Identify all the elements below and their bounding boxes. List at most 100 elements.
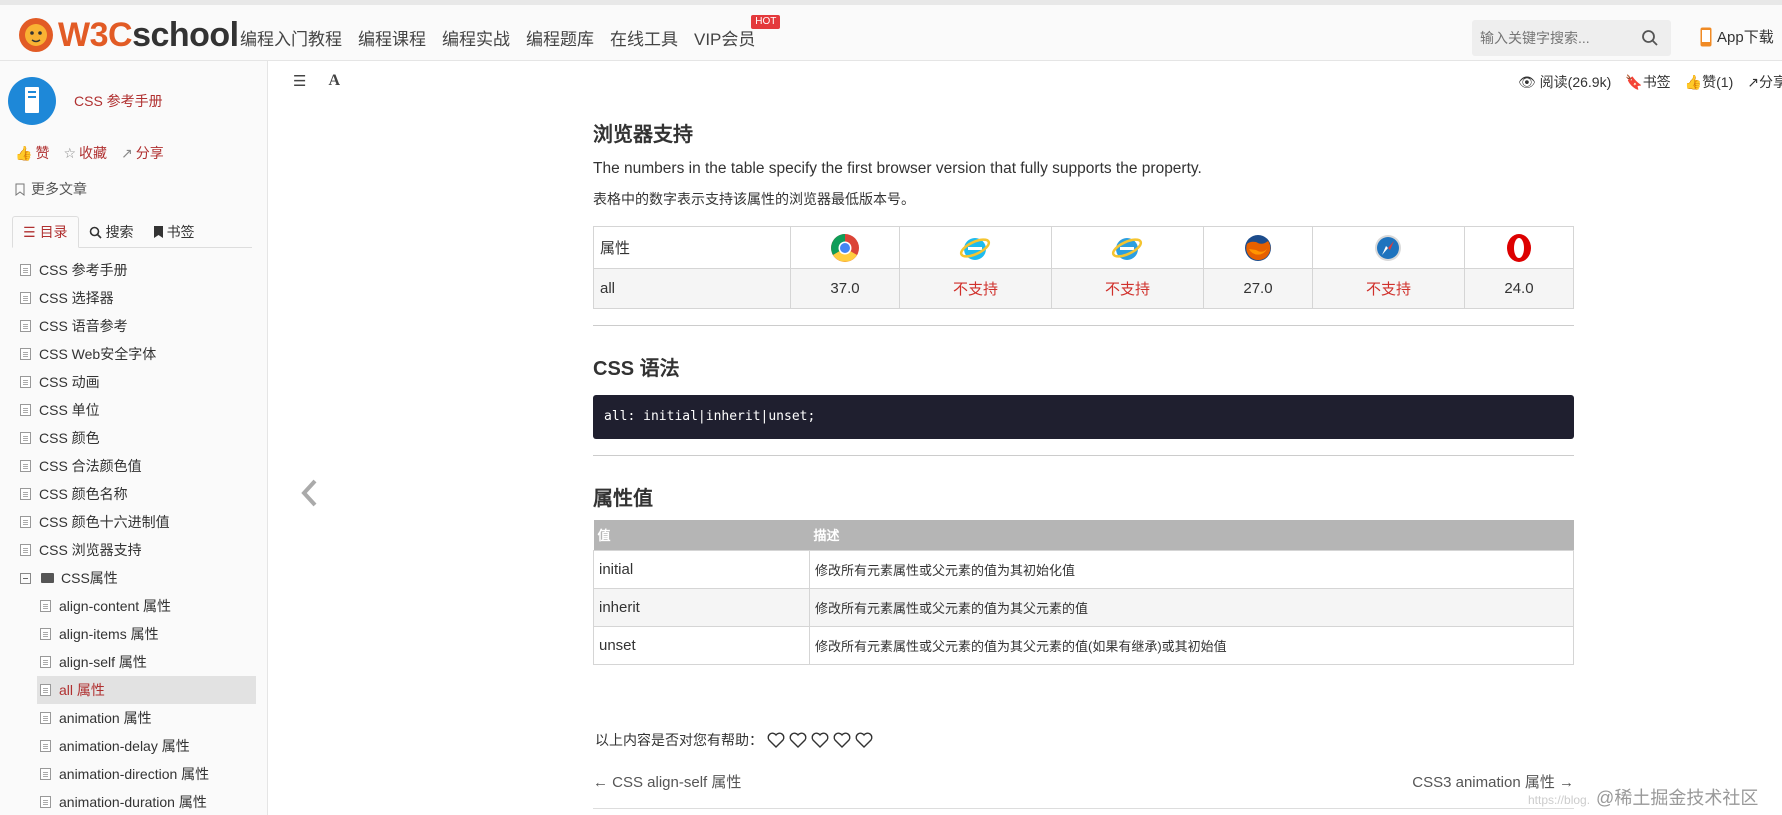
toc-item[interactable]: CSS 浏览器支持 [0, 536, 267, 564]
document-icon [40, 656, 51, 668]
helpful-label: 以上内容是否对您有帮助： [595, 732, 763, 748]
share-article-button[interactable]: ↗分享 [1747, 72, 1782, 92]
search-icon[interactable] [1641, 29, 1659, 47]
toc-item[interactable]: CSS 单位 [0, 396, 267, 424]
share-article-label: 分享 [1758, 74, 1782, 90]
toc-folder-label: CSS属性 [61, 570, 118, 586]
toc-item[interactable]: CSS 颜色十六进制值 [0, 508, 267, 536]
favorite-button[interactable]: ☆ 收藏 [63, 143, 107, 163]
toc-toggle-icon[interactable]: ☰ [293, 72, 306, 90]
logo-text-w3c: W3C [58, 15, 133, 54]
bookmark-label: 书签 [1642, 74, 1671, 90]
chrome-icon [831, 233, 859, 262]
tab-toc[interactable]: ☰ 目录 [12, 216, 79, 248]
table-cell [790, 226, 900, 269]
heart-icon[interactable] [811, 732, 829, 748]
app-download-link[interactable]: App下载 [1700, 26, 1774, 47]
toc-item-label: CSS 颜色 [39, 430, 100, 446]
logo-text-school: school [132, 15, 239, 54]
share-button[interactable]: ↗ 分享 [121, 143, 164, 163]
table-header-row: 属性 [593, 226, 1575, 269]
section-divider [593, 808, 1574, 809]
tab-bookmarks[interactable]: 书签 [144, 216, 205, 248]
toc-sub-item[interactable]: animation-duration 属性 [0, 788, 267, 815]
toc-item-label: CSS Web安全字体 [39, 346, 157, 362]
toc-item[interactable]: CSS 颜色 [0, 424, 267, 452]
heart-icon[interactable] [855, 732, 873, 748]
toc-item[interactable]: CSS 动画 [0, 368, 267, 396]
like-count-button[interactable]: 👍赞(1) [1685, 72, 1734, 92]
prev-page-arrow-icon[interactable] [300, 478, 320, 508]
toc-sub-item[interactable]: align-content 属性 [0, 592, 267, 620]
like-label: 赞 [35, 145, 50, 161]
top-header: W3Cschool 编程入门教程 编程课程 编程实战 编程题库 在线工具 VIP… [0, 0, 1782, 61]
nav-item-questions[interactable]: 编程题库 [526, 25, 594, 50]
toc-item-label: animation-direction 属性 [59, 766, 210, 782]
toc-item-label: CSS 单位 [39, 402, 100, 418]
document-icon [20, 264, 31, 276]
browser-support-heading: 浏览器支持 [593, 124, 693, 146]
heart-icon[interactable] [767, 732, 785, 748]
safari-icon [1375, 234, 1402, 261]
toc-sub-item[interactable]: animation-direction 属性 [0, 760, 267, 788]
toc-item[interactable]: CSS 颜色名称 [0, 480, 267, 508]
nav-item-courses[interactable]: 编程课程 [358, 25, 426, 50]
table-header-row: 值 描述 [593, 520, 1574, 550]
document-icon [20, 376, 31, 388]
nav-item-vip[interactable]: VIP会员 HOT [694, 15, 781, 50]
toc-item-label: CSS 选择器 [39, 290, 114, 306]
toc-item[interactable]: CSS 选择器 [0, 284, 267, 312]
share-icon: ↗ [121, 144, 133, 161]
toc-item[interactable]: CSS 语音参考 [0, 312, 267, 340]
nav-item-practice[interactable]: 编程实战 [442, 25, 510, 50]
toc-item[interactable]: CSS 参考手册 [0, 256, 267, 284]
nav-item-tools[interactable]: 在线工具 [610, 25, 678, 50]
tab-search[interactable]: 搜索 [79, 216, 144, 248]
thumbs-up-icon: 👍 [15, 144, 33, 161]
table-cell [899, 226, 1052, 269]
collapse-icon[interactable] [20, 572, 31, 584]
search-input[interactable] [1472, 20, 1632, 56]
heart-icon[interactable] [833, 732, 851, 748]
toc-sub-item[interactable]: animation 属性 [0, 704, 267, 732]
book-header[interactable]: CSS 参考手册 [8, 77, 163, 125]
tab-toc-label: 目录 [39, 224, 68, 240]
toc-sub-item-active[interactable]: all 属性 [37, 676, 256, 704]
toc-sub-item[interactable]: align-self 属性 [0, 648, 267, 676]
document-icon [40, 628, 51, 640]
heart-icon[interactable] [789, 732, 807, 748]
table-cell [1311, 226, 1465, 269]
like-button[interactable]: 👍 赞 [15, 143, 49, 163]
toc-item[interactable]: CSS 合法颜色值 [0, 452, 267, 480]
bookmark-button[interactable]: 🔖书签 [1625, 72, 1670, 92]
document-icon [20, 432, 31, 444]
site-logo[interactable]: W3Cschool [16, 15, 239, 55]
more-articles-label: 更多文章 [31, 181, 87, 197]
toc-sub-item[interactable]: animation-delay 属性 [0, 732, 267, 760]
tab-search-label: 搜索 [105, 224, 134, 240]
nav-item-tutorials[interactable]: 编程入门教程 [240, 25, 342, 50]
toc-item-label: animation 属性 [59, 710, 152, 726]
table-cell: 不支持 [1050, 268, 1204, 309]
watermark-text: @稀土掘金技术社区 [1596, 788, 1759, 808]
document-icon [20, 348, 31, 360]
book-icon [8, 77, 56, 125]
toc-sub-item[interactable]: align-items 属性 [0, 620, 267, 648]
phone-icon [1700, 27, 1712, 46]
font-size-icon[interactable]: A [328, 72, 340, 90]
list-icon: ☰ [23, 224, 36, 240]
prev-article-link[interactable]: ← CSS align-self 属性 [593, 771, 741, 792]
toc-folder[interactable]: CSS属性 [0, 564, 267, 592]
document-icon [20, 320, 31, 332]
lion-logo-icon [19, 18, 53, 52]
nav-item-vip-label: VIP会员 [694, 30, 756, 49]
table-cell [1463, 226, 1575, 269]
table-cell: all [593, 268, 791, 309]
more-articles-link[interactable]: 更多文章 [15, 179, 87, 199]
sidebar-tabs: ☰ 目录 搜索 书签 [12, 216, 252, 248]
toc-item-label: all 属性 [59, 682, 105, 698]
watermark: https://blog. @稀土掘金技术社区 [1528, 784, 1758, 810]
book-actions: 👍 赞 ☆ 收藏 ↗ 分享 [15, 143, 164, 163]
table-cell [1050, 226, 1204, 269]
toc-item[interactable]: CSS Web安全字体 [0, 340, 267, 368]
